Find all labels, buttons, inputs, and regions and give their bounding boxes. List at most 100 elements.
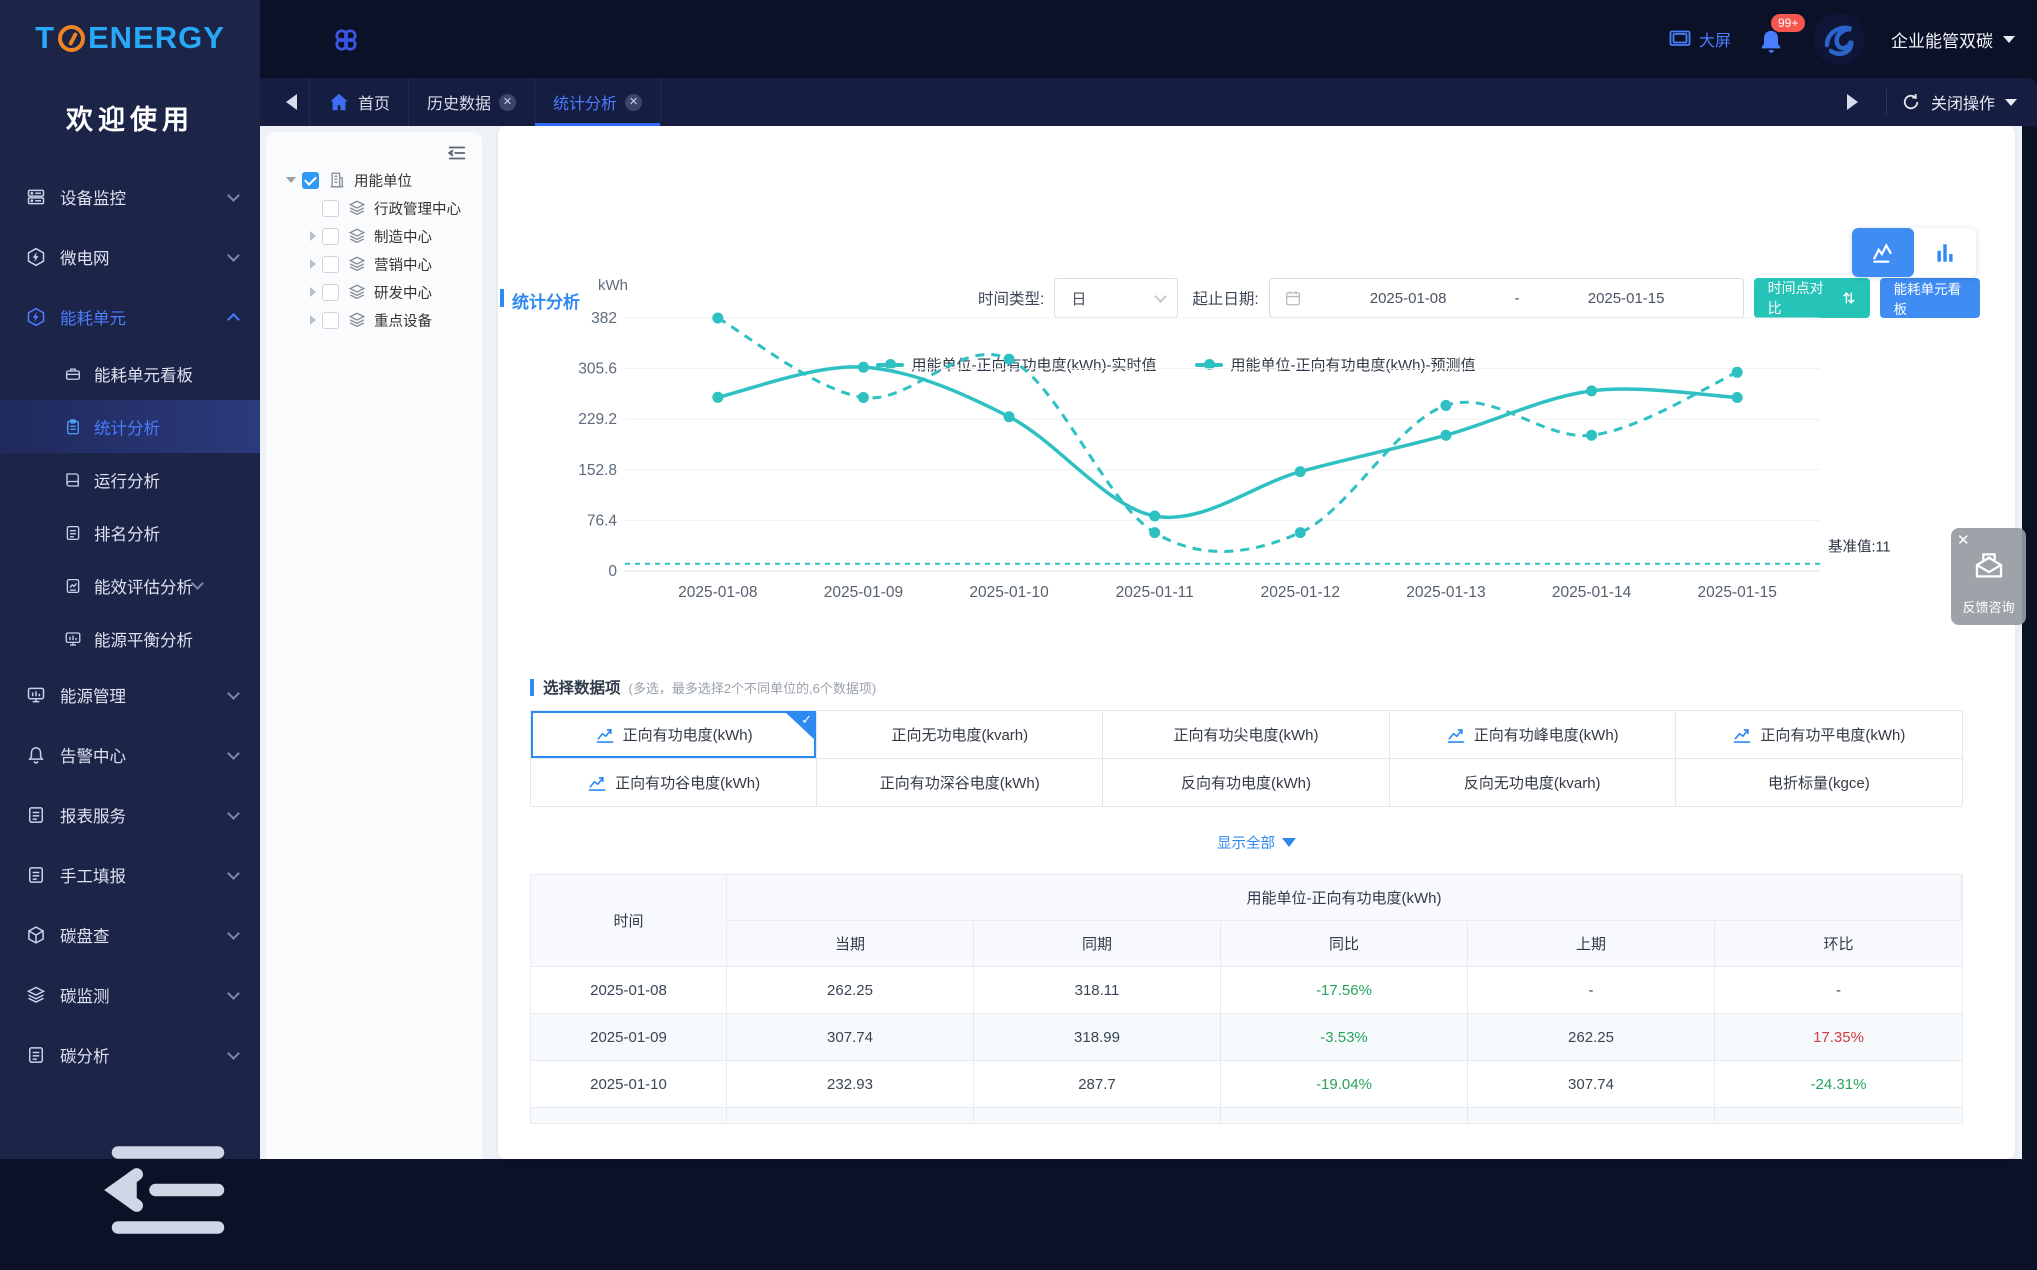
tree-node-row[interactable]: 重点设备 xyxy=(266,306,482,334)
data-item-2[interactable]: 正向有功尖电度(kWh) xyxy=(1103,711,1390,759)
table-cell: -3.53% xyxy=(1221,1014,1468,1061)
avatar[interactable] xyxy=(1813,13,1865,65)
sidebar-item-label: 碳监测 xyxy=(60,988,110,1006)
tab-label: 统计分析 xyxy=(553,96,618,113)
table-cell: 262.25 xyxy=(727,967,974,1014)
table-cell: 307.74 xyxy=(727,1014,974,1061)
tree-expand-icon[interactable] xyxy=(310,287,316,297)
tab-2[interactable]: 统计分析 ✕ xyxy=(535,78,662,126)
chevron-down-icon[interactable] xyxy=(2005,98,2017,106)
bell-icon xyxy=(1757,28,1785,56)
apps-icon[interactable] xyxy=(332,26,360,54)
checkbox-unchecked[interactable] xyxy=(322,227,339,245)
tree-node-row[interactable]: 营销中心 xyxy=(266,250,482,278)
data-item-grid: 正向有功电度(kWh) ✓ 正向无功电度(kvarh) 正向有功尖电度(kWh) 正向有… xyxy=(530,710,1963,807)
sidebar-subitem-label: 统计分析 xyxy=(94,419,160,438)
sidebar-subitem-4[interactable]: 能效评估分析 xyxy=(0,559,260,612)
sidebar-item-1[interactable]: 微电网 xyxy=(0,227,260,287)
tab-label: 历史数据 xyxy=(427,96,492,113)
show-all-link[interactable]: 显示全部 xyxy=(498,832,2015,853)
tree-node-label: 行政管理中心 xyxy=(374,201,461,218)
sidebar-item-0[interactable]: 设备监控 xyxy=(0,167,260,227)
sidebar-subitem-1[interactable]: 统计分析 xyxy=(0,400,260,453)
close-operations-dropdown[interactable]: 关闭操作 xyxy=(1931,90,1995,114)
tree-node-row[interactable]: 研发中心 xyxy=(266,278,482,306)
sidebar-item-4[interactable]: 告警中心 xyxy=(0,725,260,785)
doc-icon xyxy=(26,1045,46,1065)
tree-root-label: 用能单位 xyxy=(354,173,412,190)
layers-icon xyxy=(348,311,366,329)
tree-expand-icon[interactable] xyxy=(310,231,316,241)
sidebar-item-6[interactable]: 手工填报 xyxy=(0,845,260,905)
checkbox-unchecked[interactable] xyxy=(322,255,339,273)
tree-expand-icon[interactable] xyxy=(286,177,296,183)
feedback-widget[interactable]: ✕ 反馈咨询 xyxy=(1951,528,2026,625)
tree-node-row[interactable]: 制造中心 xyxy=(266,222,482,250)
table-subheader: 环比 xyxy=(1715,921,1962,967)
sidebar-item-5[interactable]: 报表服务 xyxy=(0,785,260,845)
tabs-scroll-right-icon[interactable] xyxy=(1846,94,1858,110)
topbar: 大屏 99+ 企业能管双碳 xyxy=(260,0,2037,78)
monitor-icon xyxy=(1668,27,1692,51)
data-item-5[interactable]: 正向有功谷电度(kWh) xyxy=(531,759,818,807)
svg-text:2025-01-11: 2025-01-11 xyxy=(1116,584,1194,601)
sidebar-subitem-0[interactable]: 能耗单元看板 xyxy=(0,347,260,400)
sidebar-item-2[interactable]: 能耗单元 xyxy=(0,287,260,347)
checkbox-checked[interactable] xyxy=(302,171,319,189)
data-item-label: 反向有功电度(kWh) xyxy=(1180,775,1311,792)
data-item-8[interactable]: 反向无功电度(kvarh) xyxy=(1389,759,1676,807)
svg-text:152.8: 152.8 xyxy=(578,462,617,479)
data-item-6[interactable]: 正向有功深谷电度(kWh) xyxy=(817,759,1104,807)
notifications-button[interactable]: 99+ xyxy=(1757,14,1806,56)
sidebar-item-9[interactable]: 碳分析 xyxy=(0,1025,260,1085)
data-item-7[interactable]: 反向有功电度(kWh) xyxy=(1103,759,1390,807)
section-accent-bar xyxy=(530,678,534,696)
refresh-icon[interactable] xyxy=(1901,92,1921,112)
tree-root-row[interactable]: 用能单位 xyxy=(266,166,482,194)
tab-1[interactable]: 历史数据 ✕ xyxy=(409,78,536,126)
table-cell: - xyxy=(1468,967,1715,1014)
tree-expand-icon[interactable] xyxy=(310,315,316,325)
big-screen-button[interactable]: 大屏 xyxy=(1668,27,1731,51)
chevron-down-icon xyxy=(227,746,240,760)
microgrid-icon xyxy=(26,247,46,267)
org-dropdown[interactable]: 企业能管双碳 xyxy=(1891,27,2015,52)
tree-collapse-icon[interactable] xyxy=(446,142,468,164)
sidebar-subitem-2[interactable]: 运行分析 xyxy=(0,453,260,506)
tab-close-icon[interactable]: ✕ xyxy=(499,93,517,111)
checkbox-unchecked[interactable] xyxy=(322,199,339,217)
sidebar-subitem-5[interactable]: 能源平衡分析 xyxy=(0,612,260,665)
org-tree-panel: 用能单位行政管理中心制造中心 营销中心 研发中心 重点设备 xyxy=(266,132,482,1159)
org-name: 企业能管双碳 xyxy=(1891,31,1993,51)
tabs-scroll-left-icon[interactable] xyxy=(286,94,297,110)
svg-text:76.4: 76.4 xyxy=(587,512,618,529)
brand-logo-prefix: T xyxy=(35,20,55,55)
notification-badge: 99+ xyxy=(1771,14,1806,32)
checkbox-unchecked[interactable] xyxy=(322,283,339,301)
sidebar-item-label: 能耗单元 xyxy=(60,310,126,328)
data-item-1[interactable]: 正向无功电度(kvarh) xyxy=(817,711,1104,759)
tab-0[interactable]: 首页 xyxy=(309,78,410,126)
sidebar-subitem-label: 能耗单元看板 xyxy=(94,366,193,385)
sidebar-subitem-3[interactable]: 排名分析 xyxy=(0,506,260,559)
sidebar-item-3[interactable]: 能源管理 xyxy=(0,665,260,725)
sidebar-collapse-icon[interactable] xyxy=(18,1115,44,1141)
table-cell xyxy=(531,1108,727,1124)
chevron-down-icon xyxy=(227,248,240,262)
checkbox-unchecked[interactable] xyxy=(322,311,339,329)
data-item-9[interactable]: 电折标量(kgce) xyxy=(1675,759,1962,807)
close-icon[interactable]: ✕ xyxy=(1957,531,1970,549)
tab-close-icon[interactable]: ✕ xyxy=(625,93,643,111)
feedback-label: 反馈咨询 xyxy=(1962,600,2015,615)
sidebar-item-8[interactable]: 碳监测 xyxy=(0,965,260,1025)
data-item-0[interactable]: 正向有功电度(kWh) ✓ xyxy=(531,711,818,759)
tree-node-row[interactable]: 行政管理中心 xyxy=(266,194,482,222)
table-cell: 287.7 xyxy=(974,1061,1221,1108)
sidebar-item-7[interactable]: 碳盘查 xyxy=(0,905,260,965)
data-item-3[interactable]: 正向有功峰电度(kWh) xyxy=(1389,711,1676,759)
data-item-4[interactable]: 正向有功平电度(kWh) xyxy=(1675,711,1962,759)
svg-text:2025-01-08: 2025-01-08 xyxy=(678,584,757,601)
statistics-panel: 统计分析 时间类型: 日 起止日期: 2025-01-08 - 2025-01-… xyxy=(498,126,2015,1159)
divider xyxy=(1885,89,1887,115)
tree-expand-icon[interactable] xyxy=(310,259,316,269)
